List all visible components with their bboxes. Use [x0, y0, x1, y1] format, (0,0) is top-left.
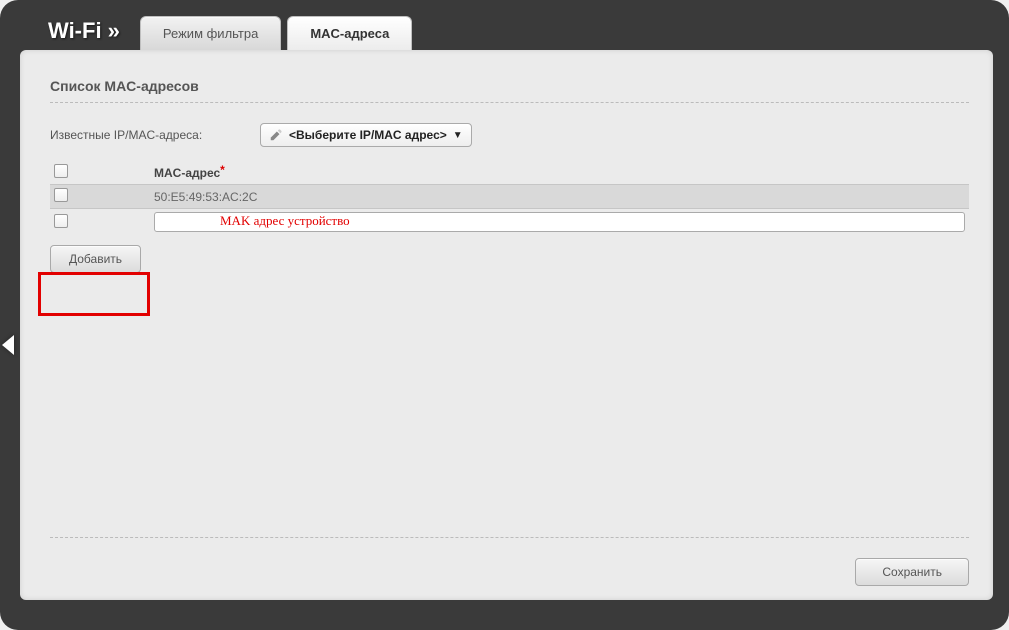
- panel-title: Список MAC-адресов: [50, 78, 969, 94]
- select-placeholder: <Выберите IP/MAC адрес>: [289, 128, 447, 142]
- app-frame: Wi-Fi » Режим фильтра MAC-адреса Список …: [0, 0, 1009, 630]
- divider: [50, 537, 969, 538]
- section-title: Wi-Fi »: [48, 18, 120, 44]
- sidebar-toggle-icon[interactable]: [2, 335, 14, 355]
- known-addresses-label: Известные IP/MAC-адреса:: [50, 128, 260, 142]
- divider: [50, 102, 969, 103]
- table-row[interactable]: 50:E5:49:53:AC:2C: [50, 185, 969, 209]
- footer-actions: Сохранить: [855, 558, 969, 586]
- chevron-down-icon: ▼: [453, 130, 463, 141]
- table-row[interactable]: MAK адрес устройство: [50, 209, 969, 236]
- content-panel: Список MAC-адресов Известные IP/MAC-адре…: [20, 50, 993, 600]
- add-button[interactable]: Добавить: [50, 245, 141, 273]
- row-checkbox[interactable]: [54, 214, 68, 228]
- pencil-icon: [269, 128, 283, 142]
- known-address-select[interactable]: <Выберите IP/MAC адрес> ▼: [260, 123, 472, 147]
- required-asterisk: *: [220, 163, 225, 177]
- select-all-checkbox[interactable]: [54, 164, 68, 178]
- mac-table: MAC-адрес* 50:E5:49:53:AC:2C MAK адрес у…: [50, 161, 969, 235]
- mac-cell: 50:E5:49:53:AC:2C: [150, 185, 969, 209]
- known-addresses-row: Известные IP/MAC-адреса: <Выберите IP/MA…: [50, 123, 969, 147]
- highlight-annotation: [38, 272, 150, 316]
- tab-mac-addresses[interactable]: MAC-адреса: [287, 16, 412, 50]
- tabs: Режим фильтра MAC-адреса: [140, 12, 418, 50]
- header: Wi-Fi » Режим фильтра MAC-адреса: [48, 12, 997, 50]
- tab-filter-mode[interactable]: Режим фильтра: [140, 16, 281, 50]
- mac-input[interactable]: [154, 212, 965, 232]
- column-mac: MAC-адрес*: [150, 161, 969, 185]
- table-header-row: MAC-адрес*: [50, 161, 969, 185]
- save-button[interactable]: Сохранить: [855, 558, 969, 586]
- row-checkbox[interactable]: [54, 188, 68, 202]
- add-row: Добавить: [50, 245, 969, 273]
